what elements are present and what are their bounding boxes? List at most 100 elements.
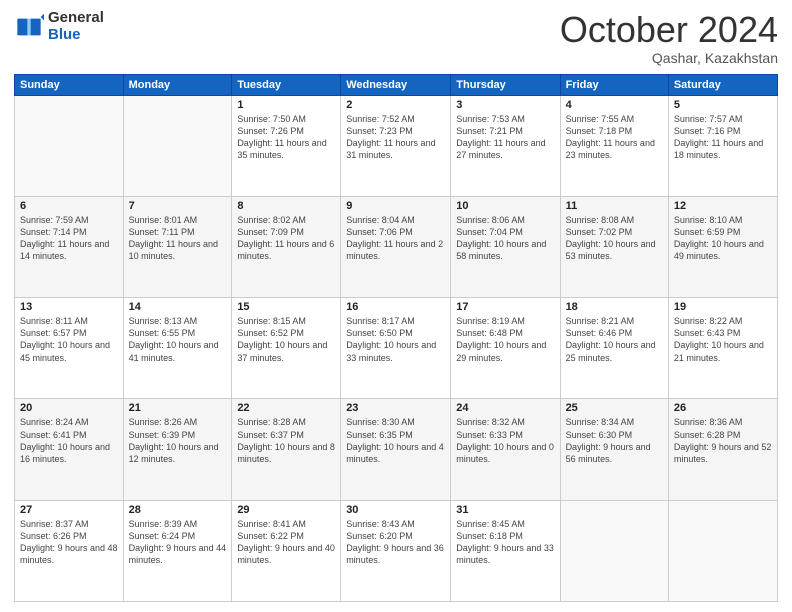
cell-day-number: 3	[456, 99, 554, 111]
cell-info-text: Sunrise: 8:28 AM Sunset: 6:37 PM Dayligh…	[237, 416, 335, 465]
month-title: October 2024	[560, 10, 778, 50]
cell-day-number: 10	[456, 200, 554, 212]
calendar-cell: 14 Sunrise: 8:13 AM Sunset: 6:55 PM Dayli…	[123, 298, 232, 399]
calendar-cell: 16Sunrise: 8:17 AM Sunset: 6:50 PM Dayli…	[341, 298, 451, 399]
cell-day-number: 24	[456, 402, 554, 414]
cell-day-number: 28	[129, 504, 227, 516]
calendar-cell: 4 Sunrise: 7:55 AM Sunset: 7:18 PM Daylig…	[560, 95, 668, 196]
cell-day-number: 18	[566, 301, 663, 313]
calendar-cell: 23 Sunrise: 8:30 AM Sunset: 6:35 PM Dayli…	[341, 399, 451, 500]
logo-general-text: General	[48, 10, 104, 27]
cell-info-text: Sunrise: 8:43 AM Sunset: 6:20 PM Dayligh…	[346, 518, 445, 567]
cell-info-text: Sunrise: 7:52 AM Sunset: 7:23 PM Dayligh…	[346, 113, 445, 162]
cell-day-number: 31	[456, 504, 554, 516]
calendar-cell: 2 Sunrise: 7:52 AM Sunset: 7:23 PM Daylig…	[341, 95, 451, 196]
cell-info-text: Sunrise: 8:11 AM Sunset: 6:57 PM Dayligh…	[20, 315, 118, 364]
cell-day-number: 12	[674, 200, 772, 212]
calendar-cell: 26 Sunrise: 8:36 AM Sunset: 6:28 PM Dayli…	[668, 399, 777, 500]
cell-info-text: Sunrise: 8:08 AM Sunset: 7:02 PM Dayligh…	[566, 214, 663, 263]
calendar-table: SundayMondayTuesdayWednesdayThursdayFrid…	[14, 74, 778, 602]
cell-info-text: Sunrise: 8:10 AM Sunset: 6:59 PM Dayligh…	[674, 214, 772, 263]
cell-info-text: Sunrise: 7:53 AM Sunset: 7:21 PM Dayligh…	[456, 113, 554, 162]
cell-info-text: Sunrise: 8:36 AM Sunset: 6:28 PM Dayligh…	[674, 416, 772, 465]
cell-day-number: 4	[566, 99, 663, 111]
logo-text: General Blue	[48, 10, 104, 43]
cell-day-number: 21	[129, 402, 227, 414]
cell-info-text: Sunrise: 8:01 AM Sunset: 7:11 PM Dayligh…	[129, 214, 227, 263]
calendar-cell: 7 Sunrise: 8:01 AM Sunset: 7:11 PM Daylig…	[123, 196, 232, 297]
cell-info-text: Sunrise: 8:21 AM Sunset: 6:46 PM Dayligh…	[566, 315, 663, 364]
weekday-header-sunday: Sunday	[15, 74, 124, 95]
cell-day-number: 17	[456, 301, 554, 313]
calendar-cell: 28Sunrise: 8:39 AM Sunset: 6:24 PM Dayli…	[123, 500, 232, 601]
location: Qashar, Kazakhstan	[560, 50, 778, 66]
logo-icon	[14, 12, 44, 42]
cell-day-number: 30	[346, 504, 445, 516]
cell-info-text: Sunrise: 8:04 AM Sunset: 7:06 PM Dayligh…	[346, 214, 445, 263]
cell-info-text: Sunrise: 8:13 AM Sunset: 6:55 PM Dayligh…	[129, 315, 227, 364]
week-row-1: 1 Sunrise: 7:50 AM Sunset: 7:26 PM Daylig…	[15, 95, 778, 196]
weekday-header-tuesday: Tuesday	[232, 74, 341, 95]
calendar-cell: 22 Sunrise: 8:28 AM Sunset: 6:37 PM Dayli…	[232, 399, 341, 500]
calendar-cell: 1 Sunrise: 7:50 AM Sunset: 7:26 PM Daylig…	[232, 95, 341, 196]
cell-info-text: Sunrise: 8:32 AM Sunset: 6:33 PM Dayligh…	[456, 416, 554, 465]
cell-info-text: Sunrise: 8:30 AM Sunset: 6:35 PM Dayligh…	[346, 416, 445, 465]
cell-info-text: Sunrise: 8:02 AM Sunset: 7:09 PM Dayligh…	[237, 214, 335, 263]
cell-day-number: 11	[566, 200, 663, 212]
calendar-cell: 6Sunrise: 7:59 AM Sunset: 7:14 PM Daylig…	[15, 196, 124, 297]
calendar-cell: 10 Sunrise: 8:06 AM Sunset: 7:04 PM Dayli…	[451, 196, 560, 297]
calendar-cell: 24 Sunrise: 8:32 AM Sunset: 6:33 PM Dayli…	[451, 399, 560, 500]
calendar-cell: 27Sunrise: 8:37 AM Sunset: 6:26 PM Dayli…	[15, 500, 124, 601]
calendar-cell: 15 Sunrise: 8:15 AM Sunset: 6:52 PM Dayli…	[232, 298, 341, 399]
weekday-header-wednesday: Wednesday	[341, 74, 451, 95]
week-row-3: 13 Sunrise: 8:11 AM Sunset: 6:57 PM Dayli…	[15, 298, 778, 399]
cell-info-text: Sunrise: 8:17 AM Sunset: 6:50 PM Dayligh…	[346, 315, 445, 364]
cell-info-text: Sunrise: 8:45 AM Sunset: 6:18 PM Dayligh…	[456, 518, 554, 567]
calendar-cell: 31 Sunrise: 8:45 AM Sunset: 6:18 PM Dayli…	[451, 500, 560, 601]
calendar-cell: 21 Sunrise: 8:26 AM Sunset: 6:39 PM Dayli…	[123, 399, 232, 500]
calendar-cell: 8Sunrise: 8:02 AM Sunset: 7:09 PM Daylig…	[232, 196, 341, 297]
calendar-page: General Blue October 2024 Qashar, Kazakh…	[0, 0, 792, 612]
title-block: October 2024 Qashar, Kazakhstan	[560, 10, 778, 66]
cell-info-text: Sunrise: 7:55 AM Sunset: 7:18 PM Dayligh…	[566, 113, 663, 162]
calendar-cell: 20 Sunrise: 8:24 AM Sunset: 6:41 PM Dayli…	[15, 399, 124, 500]
cell-day-number: 22	[237, 402, 335, 414]
cell-info-text: Sunrise: 8:15 AM Sunset: 6:52 PM Dayligh…	[237, 315, 335, 364]
calendar-cell	[668, 500, 777, 601]
logo-blue-text: Blue	[48, 27, 104, 44]
calendar-cell: 19Sunrise: 8:22 AM Sunset: 6:43 PM Dayli…	[668, 298, 777, 399]
cell-day-number: 23	[346, 402, 445, 414]
calendar-cell: 5Sunrise: 7:57 AM Sunset: 7:16 PM Daylig…	[668, 95, 777, 196]
calendar-cell: 30 Sunrise: 8:43 AM Sunset: 6:20 PM Dayli…	[341, 500, 451, 601]
calendar-cell	[560, 500, 668, 601]
cell-day-number: 2	[346, 99, 445, 111]
cell-day-number: 7	[129, 200, 227, 212]
weekday-header-row: SundayMondayTuesdayWednesdayThursdayFrid…	[15, 74, 778, 95]
cell-day-number: 14	[129, 301, 227, 313]
calendar-cell: 29Sunrise: 8:41 AM Sunset: 6:22 PM Dayli…	[232, 500, 341, 601]
header: General Blue October 2024 Qashar, Kazakh…	[14, 10, 778, 66]
weekday-header-monday: Monday	[123, 74, 232, 95]
calendar-cell: 13 Sunrise: 8:11 AM Sunset: 6:57 PM Dayli…	[15, 298, 124, 399]
cell-info-text: Sunrise: 8:41 AM Sunset: 6:22 PM Dayligh…	[237, 518, 335, 567]
week-row-2: 6Sunrise: 7:59 AM Sunset: 7:14 PM Daylig…	[15, 196, 778, 297]
cell-info-text: Sunrise: 8:22 AM Sunset: 6:43 PM Dayligh…	[674, 315, 772, 364]
cell-info-text: Sunrise: 8:24 AM Sunset: 6:41 PM Dayligh…	[20, 416, 118, 465]
cell-day-number: 15	[237, 301, 335, 313]
cell-day-number: 5	[674, 99, 772, 111]
cell-info-text: Sunrise: 7:50 AM Sunset: 7:26 PM Dayligh…	[237, 113, 335, 162]
cell-info-text: Sunrise: 8:34 AM Sunset: 6:30 PM Dayligh…	[566, 416, 663, 465]
cell-info-text: Sunrise: 8:26 AM Sunset: 6:39 PM Dayligh…	[129, 416, 227, 465]
cell-day-number: 13	[20, 301, 118, 313]
logo: General Blue	[14, 10, 104, 43]
cell-day-number: 26	[674, 402, 772, 414]
cell-day-number: 6	[20, 200, 118, 212]
calendar-cell: 3 Sunrise: 7:53 AM Sunset: 7:21 PM Daylig…	[451, 95, 560, 196]
calendar-cell	[123, 95, 232, 196]
cell-day-number: 20	[20, 402, 118, 414]
week-row-4: 20 Sunrise: 8:24 AM Sunset: 6:41 PM Dayli…	[15, 399, 778, 500]
weekday-header-thursday: Thursday	[451, 74, 560, 95]
cell-info-text: Sunrise: 8:06 AM Sunset: 7:04 PM Dayligh…	[456, 214, 554, 263]
cell-day-number: 1	[237, 99, 335, 111]
calendar-cell: 11 Sunrise: 8:08 AM Sunset: 7:02 PM Dayli…	[560, 196, 668, 297]
